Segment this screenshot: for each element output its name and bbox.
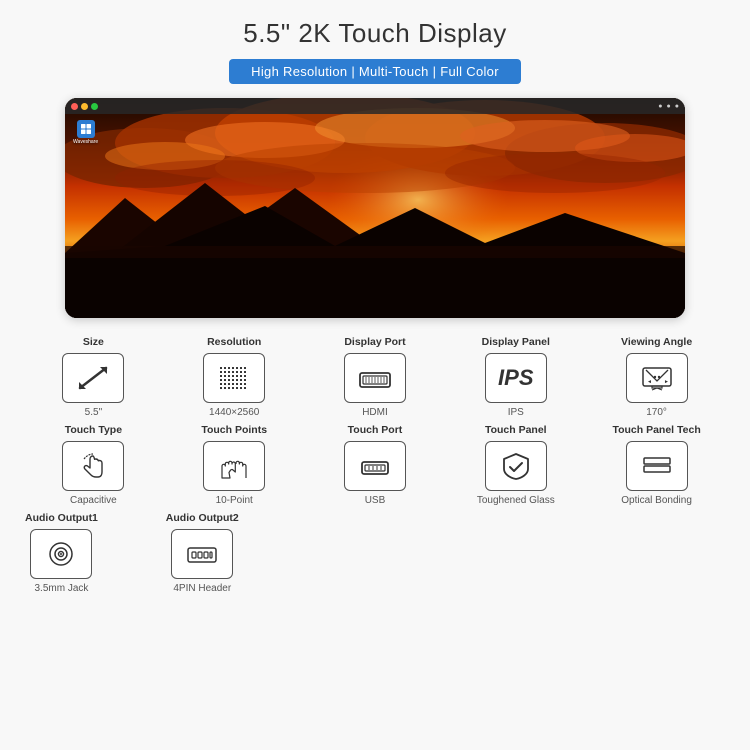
spec-audio-out1: Audio Output1 3.5mm Jack (25, 512, 98, 594)
spec-audio-out1-value: 3.5mm Jack (35, 583, 89, 594)
spec-touch-port-value: USB (365, 495, 386, 506)
spec-display-panel-label: Display Panel (482, 336, 550, 348)
specs-row-3: Audio Output1 3.5mm Jack Audio Output2 (25, 512, 725, 594)
spec-touch-panel: Touch Panel Toughened Glass (447, 424, 584, 506)
spec-touch-type: Touch Type Capacitive (25, 424, 162, 506)
spec-size-value: 5.5" (85, 407, 102, 418)
spec-touch-type-value: Capacitive (70, 495, 117, 506)
spec-size-label: Size (83, 336, 104, 348)
spec-display-panel-icon-box: IPS (485, 353, 547, 403)
spec-audio-out2-icon-box (171, 529, 233, 579)
spec-viewing-angle: Viewing Angle ◄ ► 170° (588, 336, 725, 418)
mac-minimize-dot (81, 103, 88, 110)
mac-close-dot (71, 103, 78, 110)
spec-display-port: Display Port HDMI (307, 336, 444, 418)
spec-touch-points-value: 10-Point (216, 495, 253, 506)
svg-text:◄: ◄ (647, 379, 652, 385)
spec-audio-out2-label: Audio Output2 (166, 512, 239, 524)
spec-resolution-label: Resolution (207, 336, 261, 348)
ips-icon-text: IPS (498, 365, 533, 391)
spec-touch-port-icon-box (344, 441, 406, 491)
spec-touch-panel-tech: Touch Panel Tech Optical Bonding (588, 424, 725, 506)
spec-viewing-angle-value: 170° (646, 407, 667, 418)
spec-size-icon-box (62, 353, 124, 403)
specs-row-1: Size 5.5" Resolution (25, 336, 725, 418)
svg-text:►: ► (664, 379, 669, 385)
mac-bar-right: ●●● (658, 103, 679, 110)
spec-touch-points: Touch Points 10-Point (166, 424, 303, 506)
spec-resolution: Resolution (166, 336, 303, 418)
spec-audio-out2: Audio Output2 4PIN Header (166, 512, 239, 594)
spec-touch-panel-tech-label: Touch Panel Tech (612, 424, 700, 436)
spec-touch-port: Touch Port USB (307, 424, 444, 506)
spec-audio-out2-value: 4PIN Header (173, 583, 231, 594)
spec-viewing-angle-icon-box: ◄ ► (626, 353, 688, 403)
icon-label: Waveshare (73, 139, 98, 145)
mac-fullscreen-dot (91, 103, 98, 110)
spec-resolution-value: 1440×2560 (209, 407, 259, 418)
spec-touch-panel-icon-box (485, 441, 547, 491)
spec-touch-points-label: Touch Points (201, 424, 267, 436)
spec-viewing-angle-label: Viewing Angle (621, 336, 692, 348)
page-title: 5.5" 2K Touch Display (243, 18, 507, 49)
spec-touch-points-icon-box (203, 441, 265, 491)
spec-touch-type-icon-box (62, 441, 124, 491)
spec-size: Size 5.5" (25, 336, 162, 418)
feature-badge: High Resolution | Multi-Touch | Full Col… (229, 59, 521, 84)
spec-audio-out1-icon-box (30, 529, 92, 579)
spec-display-port-icon-box (344, 353, 406, 403)
spec-audio-out1-label: Audio Output1 (25, 512, 98, 524)
desktop-icon: Waveshare (73, 120, 98, 145)
mac-titlebar: ●●● (65, 98, 685, 114)
spec-display-panel-value: IPS (508, 407, 524, 418)
spec-display-port-label: Display Port (344, 336, 405, 348)
spec-touch-panel-label: Touch Panel (485, 424, 547, 436)
display-image: ●●● Waveshare (65, 98, 685, 318)
icon-image (77, 120, 95, 138)
spec-touch-panel-value: Toughened Glass (477, 495, 555, 506)
spec-touch-panel-tech-value: Optical Bonding (621, 495, 692, 506)
spec-resolution-icon-box (203, 353, 265, 403)
spec-touch-panel-tech-icon-box (626, 441, 688, 491)
specs-row-2: Touch Type Capacitive Touch Points 10-Po… (25, 424, 725, 506)
spec-display-panel: Display Panel IPS IPS (447, 336, 584, 418)
spec-touch-type-label: Touch Type (65, 424, 122, 436)
spec-display-port-value: HDMI (362, 407, 388, 418)
spec-touch-port-label: Touch Port (348, 424, 403, 436)
